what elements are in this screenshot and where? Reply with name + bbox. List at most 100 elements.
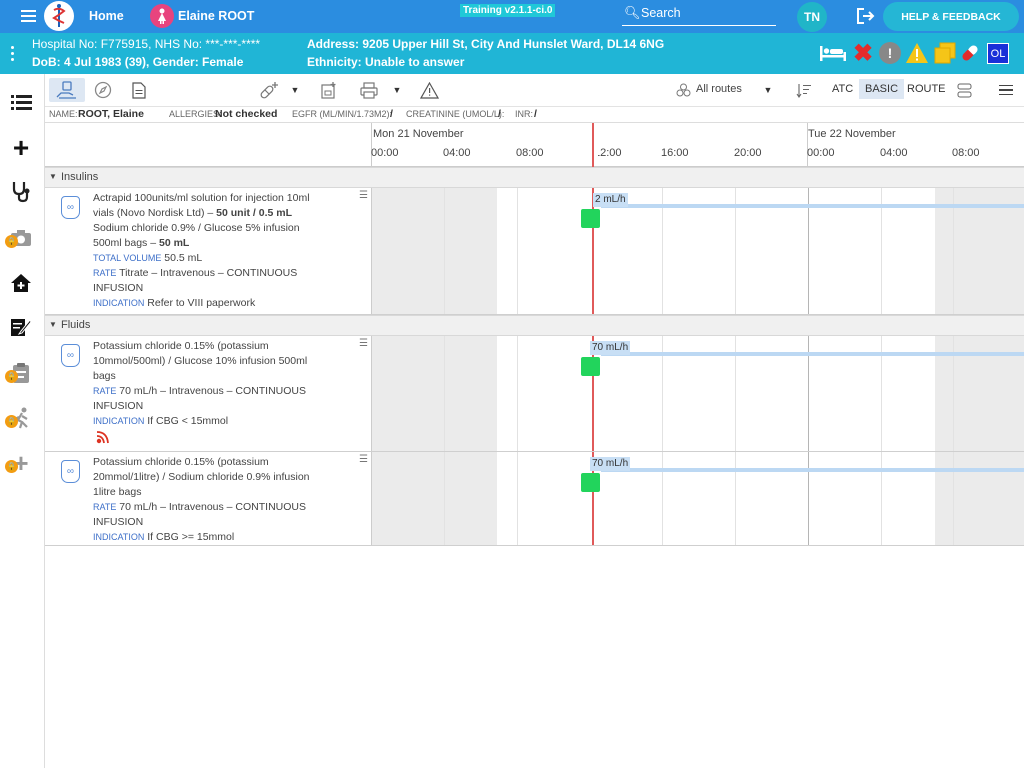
search-box[interactable]: 🔍︎ Search — [622, 4, 776, 26]
indication-value: Refer to VIII paperwork — [147, 297, 256, 309]
name-value: ROOT, Elaine — [78, 108, 144, 120]
alert-circle-icon[interactable]: ! — [879, 42, 901, 64]
top-bar: Home Elaine ROOT Training v2.1.1-ci.0 🔍︎… — [0, 0, 1024, 33]
indication-value: If CBG >= 15mmol — [147, 531, 235, 543]
time-tick: 00:00 — [807, 147, 835, 159]
menu-icon[interactable] — [997, 82, 1015, 98]
user-avatar[interactable]: TN — [797, 2, 827, 32]
time-tick: 00:00 — [371, 147, 399, 159]
creatinine-label: CREATININE (UMOL/L): — [406, 109, 505, 119]
drug-dose: 50 unit / 0.5 mL — [216, 207, 292, 219]
dropdown-caret-icon[interactable]: ▼ — [289, 84, 301, 96]
add-icon[interactable]: + — [10, 132, 32, 163]
hamburger-menu-icon[interactable] — [18, 8, 38, 24]
infusion-bar[interactable] — [601, 352, 1024, 356]
hospital-home-icon[interactable] — [10, 272, 32, 294]
row-menu-icon[interactable]: ☰ — [359, 190, 368, 201]
name-label: NAME: — [49, 109, 78, 119]
indication-value: If CBG < 15mmol — [147, 415, 229, 427]
rate-label-bar: 2 mL/h — [593, 193, 628, 207]
infusion-bag-icon: ∞ — [61, 460, 80, 483]
infusion-bar[interactable] — [601, 204, 1024, 208]
time-tick: 04:00 — [443, 147, 471, 159]
administer-tab[interactable] — [49, 78, 85, 102]
indication-label: INDICATION — [93, 532, 145, 542]
signal-alert-icon[interactable] — [95, 431, 109, 445]
edit-document-icon[interactable] — [10, 316, 32, 338]
timeline-lane[interactable]: 2 mL/h — [371, 188, 1024, 314]
row-menu-icon[interactable]: ☰ — [359, 454, 368, 465]
document-icon[interactable] — [129, 80, 149, 100]
chevron-down-icon[interactable]: ▼ — [762, 84, 774, 96]
add-order-set-icon[interactable] — [319, 80, 339, 100]
medication-details: Potassium chloride 0.15% (potassium 10mm… — [93, 339, 329, 429]
atc-view-button[interactable]: ATC — [832, 83, 853, 95]
section-title: Fluids — [61, 319, 91, 331]
timeline-lane[interactable]: 70 mL/h — [371, 452, 1024, 545]
medication-chart: Mon 21 November Tue 22 November 00:00 04… — [45, 123, 1024, 768]
diluent-dose: 50 mL — [158, 237, 190, 249]
logout-icon[interactable] — [855, 6, 877, 26]
infusion-bar[interactable] — [601, 468, 1024, 472]
drug-name: Potassium chloride 0.15% (potassium 10mm… — [93, 340, 308, 382]
dropdown-caret-icon[interactable]: ▼ — [391, 84, 403, 96]
list-icon[interactable] — [10, 92, 32, 112]
more-options-icon[interactable] — [8, 42, 16, 64]
patient-banner: Hospital No: F775915, NHS No: ***-***-**… — [0, 33, 1024, 74]
medication-row[interactable]: ∞ Actrapid 100units/ml solution for inje… — [45, 188, 1024, 315]
warning-outline-icon[interactable] — [419, 80, 439, 100]
time-tick: 08:00 — [952, 147, 980, 159]
stethoscope-icon[interactable] — [10, 181, 32, 203]
rate-label: RATE — [93, 386, 117, 396]
diluent-name: Sodium chloride 0.9% / Glucose 5% infusi… — [93, 222, 300, 249]
sort-icon[interactable] — [795, 81, 813, 99]
documents-icon[interactable] — [933, 41, 957, 65]
lock-icon: 🔒 — [5, 370, 18, 383]
timeline-lane[interactable]: 70 mL/h — [371, 336, 1024, 451]
egfr-value: / — [390, 108, 393, 120]
patient-name-title[interactable]: Elaine ROOT — [178, 9, 254, 23]
total-volume-value: 50.5 mL — [164, 252, 203, 264]
home-link[interactable]: Home — [89, 9, 124, 23]
time-tick: 16:00 — [661, 147, 689, 159]
group-view-icon[interactable] — [955, 81, 973, 99]
rate-label-bar: 70 mL/h — [590, 341, 631, 355]
route-view-button[interactable]: ROUTE — [907, 83, 946, 95]
time-tick: 20:00 — [734, 147, 762, 159]
start-marker[interactable] — [581, 357, 600, 376]
start-marker[interactable] — [581, 473, 600, 492]
time-tick: 04:00 — [880, 147, 908, 159]
rate-value: 70 mL/h – Intravenous – CONTINUOUS INFUS… — [93, 385, 307, 412]
infusion-bag-icon: ∞ — [61, 196, 80, 219]
warning-icon[interactable] — [905, 42, 929, 64]
section-fluids[interactable]: ▼ Fluids — [45, 315, 1024, 336]
help-feedback-button[interactable]: HELP & FEEDBACK — [883, 2, 1019, 31]
collapse-caret-icon[interactable]: ▼ — [49, 320, 57, 329]
search-input[interactable]: Search — [641, 6, 681, 20]
basic-view-button[interactable]: BASIC — [859, 79, 905, 99]
time-tick: 08:00 — [516, 147, 544, 159]
print-icon[interactable] — [359, 80, 379, 100]
rate-label: RATE — [93, 502, 117, 512]
app-logo-icon[interactable] — [44, 1, 74, 31]
infusion-bag-icon: ∞ — [61, 344, 80, 367]
row-menu-icon[interactable]: ☰ — [359, 338, 368, 349]
allergies-label: ALLERGIES: — [169, 109, 222, 119]
start-marker[interactable] — [581, 209, 600, 228]
allergies-value[interactable]: Not checked — [215, 108, 277, 120]
pill-icon[interactable] — [958, 42, 982, 64]
collapse-caret-icon[interactable]: ▼ — [49, 172, 57, 181]
medication-row[interactable]: ∞ Potassium chloride 0.15% (potassium 10… — [45, 336, 1024, 452]
close-x-icon[interactable]: ✖ — [852, 40, 874, 67]
compass-icon[interactable] — [93, 80, 113, 100]
drug-name: Potassium chloride 0.15% (potassium 20mm… — [93, 456, 310, 498]
timeline-header: Mon 21 November Tue 22 November 00:00 04… — [45, 123, 1024, 167]
medication-row[interactable]: ∞ Potassium chloride 0.15% (potassium 20… — [45, 452, 1024, 546]
routes-select[interactable]: All routes — [696, 83, 742, 95]
lock-icon: 🔒 — [5, 460, 18, 473]
lock-icon: 🔒 — [5, 415, 18, 428]
ol-badge[interactable]: OL — [987, 43, 1009, 64]
section-insulins[interactable]: ▼ Insulins — [45, 167, 1024, 188]
bed-icon[interactable] — [818, 43, 848, 63]
add-prescription-icon[interactable] — [259, 80, 279, 100]
